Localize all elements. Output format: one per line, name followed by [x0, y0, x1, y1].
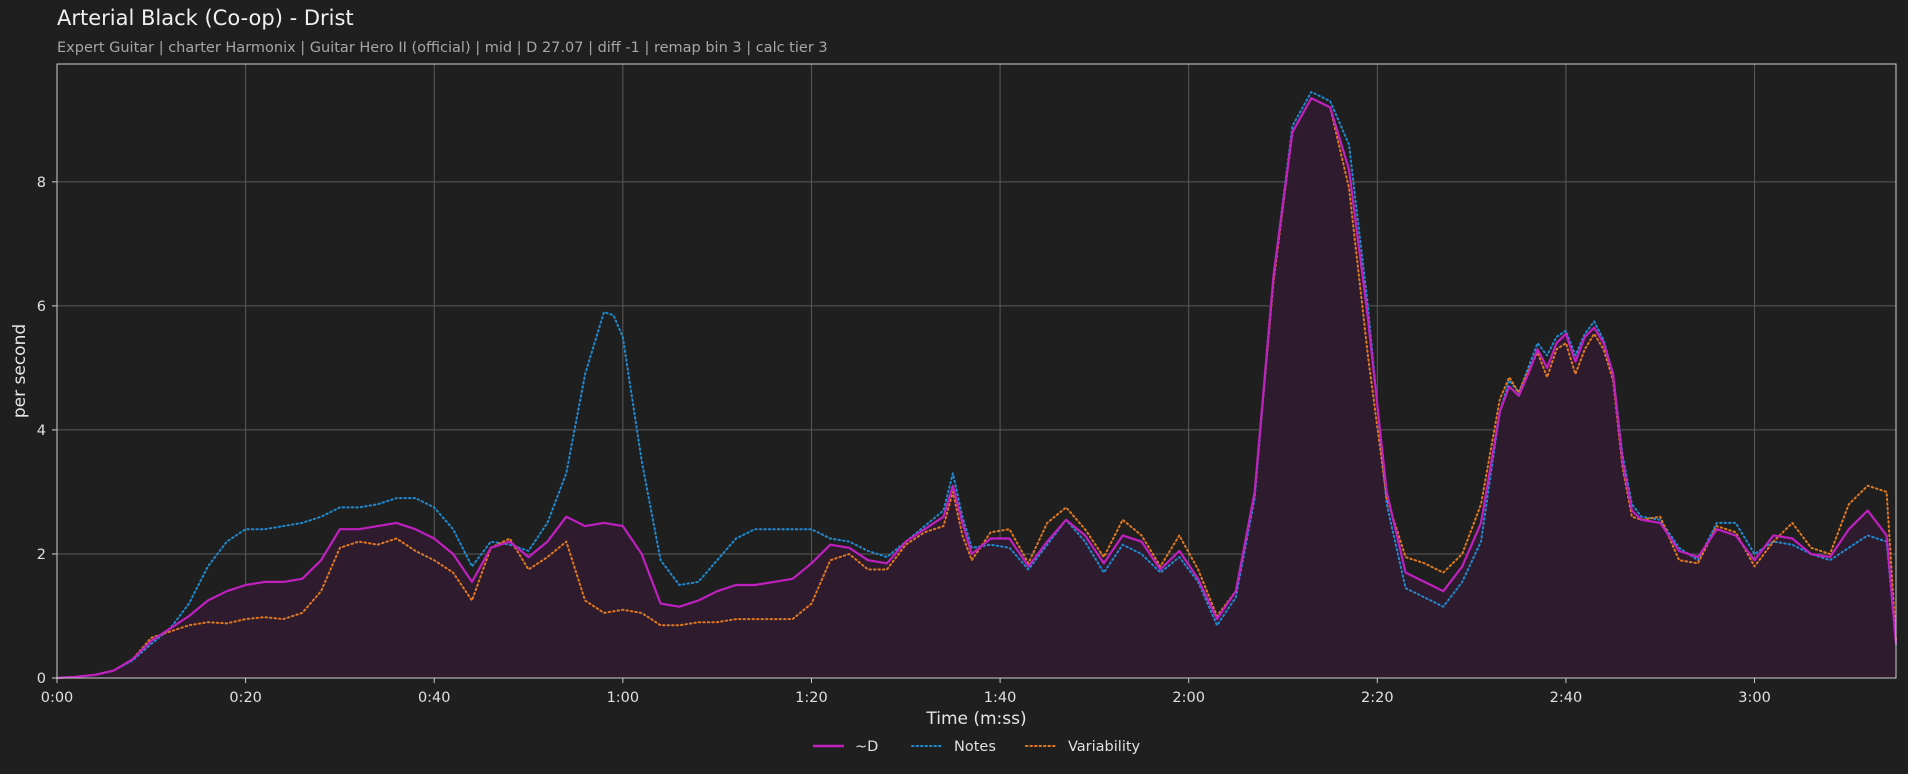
x-tick-label: 0:40: [418, 690, 451, 706]
y-axis-ticks: 0 2 4 6 8: [37, 175, 57, 687]
y-tick-label: 2: [37, 547, 46, 563]
x-tick-label: 1:00: [607, 690, 640, 706]
legend-item[interactable]: Notes: [911, 739, 996, 755]
x-axis-ticks: 0:00 0:20 0:40 1:00 1:20 1:40 2:00 2:20 2:40 3:00: [41, 678, 1771, 706]
legend-item[interactable]: Variability: [1025, 739, 1141, 755]
legend-label: Variability: [1068, 739, 1141, 755]
d-area-fill: [57, 98, 1896, 679]
x-tick-label: 0:20: [229, 690, 262, 706]
y-tick-label: 4: [37, 423, 46, 439]
x-tick-label: 2:40: [1550, 690, 1583, 706]
y-axis-label: per second: [10, 324, 30, 418]
x-tick-label: 2:00: [1172, 690, 1205, 706]
y-tick-label: 8: [37, 175, 46, 191]
legend-label: ~D: [855, 739, 878, 755]
x-tick-label: 2:20: [1361, 690, 1394, 706]
x-tick-label: 1:20: [795, 690, 828, 706]
x-tick-label: 3:00: [1738, 690, 1771, 706]
x-axis-label: Time (m:ss): [925, 709, 1026, 729]
legend[interactable]: ~D Notes Variability: [813, 739, 1141, 755]
legend-item[interactable]: ~D: [813, 739, 878, 755]
x-tick-label: 0:00: [41, 690, 74, 706]
legend-label: Notes: [954, 739, 996, 755]
y-tick-label: 6: [37, 299, 46, 315]
chart-canvas: 0:00 0:20 0:40 1:00 1:20 1:40 2:00 2:20 2:40 3:00…: [10, 63, 1898, 755]
y-tick-label: 0: [37, 671, 46, 687]
x-tick-label: 1:40: [984, 690, 1017, 706]
